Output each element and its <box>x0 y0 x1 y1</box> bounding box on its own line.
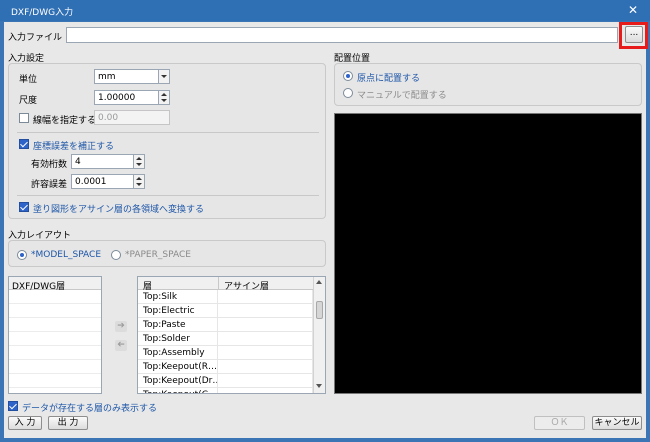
show-existing-checkbox[interactable] <box>8 401 18 411</box>
highlight-box <box>619 22 648 49</box>
scroll-up-icon[interactable] <box>316 280 322 284</box>
model-space-label: *MODEL_SPACE <box>31 250 102 260</box>
mapping-scrollbar[interactable] <box>313 277 325 393</box>
arrow-right-icon[interactable]: ➔ <box>115 321 127 332</box>
layer-cell: Top:Keepout(R… <box>138 360 218 374</box>
placement-group: 原点に配置する マニュアルで配置する <box>334 63 642 106</box>
convert-fill-label: 塗り図形をアサイン層の各領域へ変換する <box>33 205 205 215</box>
unit-label: 単位 <box>19 75 38 85</box>
table-row[interactable]: Top:Keepout(Dr… <box>138 374 313 388</box>
dxf-layer-list[interactable]: DXF/DWG層 <box>8 276 102 394</box>
cancel-button[interactable]: キャンセル <box>592 416 642 430</box>
input-layout-group: *MODEL_SPACE *PAPER_SPACE <box>8 240 326 267</box>
layer-cell: Top:Silk <box>138 290 218 304</box>
unit-select[interactable]: mm <box>94 69 170 84</box>
layer-cell: Top:Electric <box>138 304 218 318</box>
title-bar: DXF/DWG入力 ✕ <box>0 0 650 21</box>
table-row[interactable]: Top:Silk <box>138 290 313 304</box>
significant-digits-spin-buttons[interactable] <box>133 155 144 168</box>
tolerance-stepper[interactable]: 0.0001 <box>71 174 145 189</box>
output-button[interactable]: 出 力 <box>48 416 88 430</box>
arrow-left-icon[interactable]: ➔ <box>115 340 127 351</box>
scale-stepper[interactable]: 1.00000 <box>94 90 170 105</box>
model-space-radio[interactable] <box>17 250 27 260</box>
input-settings-group: 単位 mm 尺度 1.00000 線幅を指定する 0.00 座標誤差を補正する … <box>8 63 326 219</box>
dxf-layer-rows <box>9 290 101 393</box>
paper-space-label: *PAPER_SPACE <box>125 250 191 260</box>
assign-cell[interactable] <box>218 346 313 360</box>
table-row[interactable]: Top:Assembly <box>138 346 313 360</box>
scale-label: 尺度 <box>19 96 38 106</box>
ok-button[interactable]: ＯＫ <box>534 416 585 430</box>
paper-space-radio[interactable] <box>111 250 121 260</box>
scale-value: 1.00000 <box>98 93 136 103</box>
layer-cell: Top:Keepout(C… <box>138 388 218 393</box>
assign-cell[interactable] <box>218 304 313 318</box>
layer-cell: Top:Keepout(Dr… <box>138 374 218 388</box>
layer-cell: Top:Solder <box>138 332 218 346</box>
assign-cell[interactable] <box>218 290 313 304</box>
input-button[interactable]: 入 力 <box>8 416 42 430</box>
layer-cell: Top:Paste <box>138 318 218 332</box>
tolerance-value: 0.0001 <box>75 177 107 187</box>
assign-cell[interactable] <box>218 332 313 346</box>
dxf-layer-header: DXF/DWG層 <box>9 277 101 292</box>
table-row[interactable]: Top:Keepout(C… <box>138 388 313 393</box>
line-width-field: 0.00 <box>94 110 170 125</box>
unit-value: mm <box>98 72 116 82</box>
dxf-import-dialog: DXF/DWG入力 ✕ 入力ファイル ... 入力設定 単位 mm 尺度 1.0… <box>0 0 650 442</box>
divider <box>17 132 319 133</box>
window-title: DXF/DWG入力 <box>11 8 74 18</box>
preview-canvas[interactable] <box>334 113 642 394</box>
origin-placement-radio[interactable] <box>343 71 353 81</box>
close-icon[interactable]: ✕ <box>622 1 644 19</box>
input-file-label: 入力ファイル <box>8 33 63 43</box>
assign-cell[interactable] <box>218 388 313 393</box>
scroll-thumb[interactable] <box>316 301 323 319</box>
tolerance-label: 許容誤差 <box>31 180 68 190</box>
show-existing-label: データが存在する層のみ表示する <box>22 404 158 414</box>
scroll-down-icon[interactable] <box>316 384 322 388</box>
significant-digits-stepper[interactable]: 4 <box>71 154 145 169</box>
origin-placement-label: 原点に配置する <box>357 74 421 84</box>
dialog-body: 入力ファイル ... 入力設定 単位 mm 尺度 1.00000 線幅を指定する… <box>4 22 646 438</box>
assign-cell[interactable] <box>218 318 313 332</box>
significant-digits-label: 有効桁数 <box>31 160 68 170</box>
manual-placement-label: マニュアルで配置する <box>357 91 447 101</box>
divider <box>17 195 319 196</box>
assign-cell[interactable] <box>218 360 313 374</box>
mapping-header: 層 アサイン層 <box>138 277 313 292</box>
line-width-checkbox[interactable] <box>19 113 29 123</box>
line-width-value: 0.00 <box>98 113 119 123</box>
significant-digits-value: 4 <box>75 157 81 167</box>
assign-cell[interactable] <box>218 374 313 388</box>
tolerance-spin-buttons[interactable] <box>133 175 144 188</box>
manual-placement-radio[interactable] <box>343 88 353 98</box>
input-file-field[interactable] <box>66 27 618 43</box>
table-row[interactable]: Top:Keepout(R… <box>138 360 313 374</box>
table-row[interactable]: Top:Electric <box>138 304 313 318</box>
scale-spin-buttons[interactable] <box>158 91 169 104</box>
line-width-label: 線幅を指定する <box>33 116 97 126</box>
layer-mapping-table[interactable]: 層 アサイン層 Top:Silk Top:Electric Top:Paste Top… <box>137 276 326 394</box>
convert-fill-checkbox[interactable] <box>19 202 29 212</box>
chevron-down-icon[interactable] <box>158 70 169 83</box>
correct-error-label: 座標誤差を補正する <box>33 142 115 152</box>
table-row[interactable]: Top:Paste <box>138 318 313 332</box>
table-row[interactable]: Top:Solder <box>138 332 313 346</box>
correct-error-checkbox[interactable] <box>19 139 29 149</box>
layer-cell: Top:Assembly <box>138 346 218 360</box>
